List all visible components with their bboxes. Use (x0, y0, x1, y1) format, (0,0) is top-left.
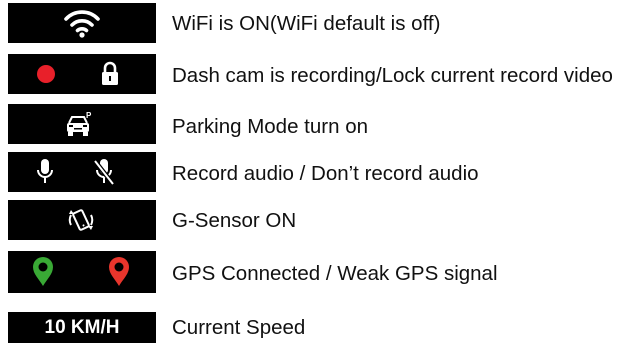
legend-row-speed: 10 KM/H Current Speed (0, 300, 639, 343)
legend-row-wifi: WiFi is ON(WiFi default is off) (0, 0, 639, 46)
icon-box-audio (8, 152, 156, 192)
recording-dot-icon (37, 65, 55, 83)
legend-description: G-Sensor ON (172, 209, 297, 232)
legend-description: Record audio / Don’t record audio (172, 162, 479, 185)
legend-row-audio: Record audio / Don’t record audio (0, 149, 639, 195)
svg-text:P: P (86, 111, 92, 120)
legend-row-g-sensor: G-Sensor ON (0, 197, 639, 243)
gps-weak-pin-icon (109, 257, 129, 286)
icon-box-g-sensor (8, 200, 156, 240)
wifi-icon (64, 10, 100, 38)
legend-row-recording: Dash cam is recording/Lock current recor… (0, 53, 639, 97)
legend-row-parking: P Parking Mode turn on (0, 101, 639, 147)
microphone-muted-icon (93, 159, 115, 186)
parking-car-icon: P (67, 111, 92, 136)
icon-box-wifi (8, 3, 156, 43)
icon-box-parking: P (8, 104, 156, 144)
legend-description: Parking Mode turn on (172, 115, 369, 138)
icon-box-speed: 10 KM/H (8, 312, 156, 343)
legend-description: Dash cam is recording/Lock current recor… (172, 64, 613, 87)
speed-badge: 10 KM/H (44, 317, 120, 338)
legend-description: WiFi is ON(WiFi default is off) (172, 12, 441, 35)
microphone-icon (37, 159, 53, 183)
legend-row-gps: GPS Connected / Weak GPS signal (0, 248, 639, 294)
gps-connected-pin-icon (33, 257, 53, 286)
lock-icon (102, 61, 118, 85)
g-sensor-phone-icon (68, 209, 94, 231)
icon-legend: WiFi is ON(WiFi default is off) Dash cam… (0, 0, 639, 343)
legend-description: GPS Connected / Weak GPS signal (172, 262, 498, 285)
legend-description: Current Speed (172, 316, 306, 339)
icon-box-gps (8, 251, 156, 293)
icon-box-recording (8, 54, 156, 94)
